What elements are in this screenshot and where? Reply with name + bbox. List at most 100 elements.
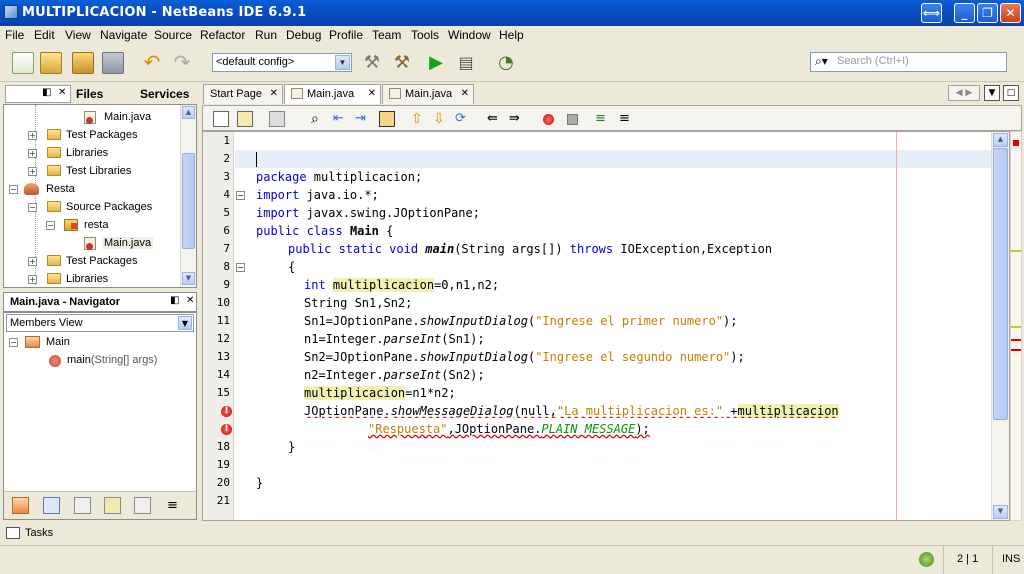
scroll-thumb[interactable] [993,148,1008,420]
clean-build-icon[interactable]: ⚒ [391,52,413,74]
start-macro-recording-icon[interactable] [543,114,554,125]
find-previous-icon[interactable]: ⇤ [333,111,349,127]
minimize-panel-icon[interactable]: ◧ [42,87,51,98]
menu-debug[interactable]: Debug [286,28,321,42]
tab-main-java-active[interactable]: Main.java ✕ [284,84,381,104]
tab-files[interactable]: Files [76,87,103,101]
error-status-icon[interactable] [1013,140,1019,146]
error-mark[interactable] [1011,339,1021,341]
tasks-icon[interactable] [6,527,20,539]
menu-edit[interactable]: Edit [34,28,55,42]
restore-layout-button[interactable]: ⟺ [921,3,942,23]
menu-source[interactable]: Source [154,28,192,42]
menu-profile[interactable]: Profile [329,28,363,42]
back-icon[interactable] [213,111,229,127]
toggle-highlight-icon[interactable] [379,111,395,127]
tree-item-source-packages[interactable]: Source Packages [66,201,152,213]
navigator-class-main[interactable]: Main [46,336,70,348]
fold-icon[interactable]: − [236,191,245,200]
collapse-icon[interactable]: − [9,185,18,194]
last-edit-icon[interactable] [237,111,253,127]
chevron-down-icon[interactable]: ▼ [335,55,350,70]
chevron-down-icon[interactable]: ▼ [178,316,192,330]
menu-view[interactable]: View [65,28,91,42]
filter-fields-icon[interactable] [43,497,60,514]
config-select[interactable]: <default config> ▼ [212,53,352,72]
close-tab-icon[interactable]: ✕ [368,88,376,99]
build-hammer-icon[interactable]: ⚒ [361,52,383,74]
new-project-icon[interactable] [40,52,62,74]
expand-icon[interactable]: + [28,131,37,140]
uncomment-icon[interactable]: ≡ [619,111,635,127]
error-icon[interactable]: ! [221,424,232,435]
filter-static-icon[interactable] [74,497,91,514]
code-editor[interactable]: 1 2 3 4 5 6 7 8 9 10 11 12 13 14 15 ! ! … [202,131,1010,521]
search-icon[interactable]: ⌕▾ [815,54,828,69]
scroll-thumb[interactable] [182,153,195,249]
expand-icon[interactable]: + [28,149,37,158]
tree-item-resta[interactable]: Resta [46,183,75,195]
shift-right-icon[interactable]: ⇛ [509,111,525,127]
expand-icon[interactable]: + [28,167,37,176]
menu-refactor[interactable]: Refactor [200,28,245,42]
maximize-button[interactable]: ❐ [977,3,998,23]
tree-item-main-java[interactable]: Main.java [104,111,151,123]
next-bookmark-icon[interactable]: ⇩ [433,111,449,127]
close-panel-icon[interactable]: ✕ [58,87,66,98]
close-tab-icon[interactable]: ✕ [270,88,278,99]
tree-item-resta-package[interactable]: resta [84,219,108,231]
tree-item-test-packages[interactable]: Test Packages [66,255,138,267]
tasks-label[interactable]: Tasks [25,527,53,539]
profile-icon[interactable]: ◔ [495,52,517,74]
fold-icon[interactable]: − [236,263,245,272]
new-file-icon[interactable] [12,52,34,74]
run-icon[interactable]: ▶ [425,52,447,74]
open-project-icon[interactable] [72,52,94,74]
find-next-icon[interactable]: ⇥ [355,111,371,127]
menu-window[interactable]: Window [448,28,491,42]
menu-navigate[interactable]: Navigate [100,28,147,42]
scroll-down-icon[interactable]: ▼ [993,505,1008,519]
previous-bookmark-icon[interactable]: ⇧ [411,111,427,127]
save-all-icon[interactable] [102,52,124,74]
projects-scrollbar[interactable]: ▲ ▼ [180,105,196,287]
error-mark[interactable] [1011,349,1021,351]
tab-services[interactable]: Services [140,87,189,101]
navigator-method-main[interactable]: main(String[] args) [67,354,157,366]
error-icon[interactable]: ! [221,406,232,417]
collapse-icon[interactable]: − [46,221,55,230]
show-opened-documents-icon[interactable]: ▼ [984,85,1000,101]
collapse-icon[interactable]: − [28,203,37,212]
notification-icon[interactable] [919,552,934,567]
warning-mark[interactable] [1011,250,1021,252]
filter-nonpublic-icon[interactable] [104,497,121,514]
debug-icon[interactable]: ▤ [455,52,477,74]
tree-item-test-libraries[interactable]: Test Libraries [66,165,131,177]
forward-icon[interactable] [269,111,285,127]
filter-inherited-icon[interactable] [12,497,29,514]
warning-mark[interactable] [1011,326,1021,328]
minimize-button[interactable]: _ [954,3,975,23]
scroll-tabs-icon[interactable]: ◀ ▶ [948,85,980,101]
minimize-panel-icon[interactable]: ◧ [170,295,179,306]
undo-icon[interactable]: ↶ [141,52,163,74]
maximize-window-icon[interactable]: □ [1003,85,1019,101]
projects-tab[interactable]: ◧ ✕ [5,85,71,103]
search-input[interactable]: ⌕▾ Search (Ctrl+I) [810,52,1007,72]
tree-item-libraries[interactable]: Libraries [66,147,108,159]
comment-icon[interactable]: ≡ [595,111,611,127]
tree-item-libraries[interactable]: Libraries [66,273,108,285]
scroll-up-icon[interactable]: ▲ [182,106,195,119]
menu-run[interactable]: Run [255,28,277,42]
tab-start-page[interactable]: Start Page ✕ [203,84,283,104]
find-icon[interactable]: ⌕ [311,111,327,127]
menu-tools[interactable]: Tools [411,28,439,42]
sort-by-name-icon[interactable] [134,497,151,514]
expand-icon[interactable]: + [28,257,37,266]
menu-file[interactable]: File [5,28,24,42]
menu-help[interactable]: Help [499,28,524,42]
collapse-icon[interactable]: − [9,338,18,347]
scroll-down-icon[interactable]: ▼ [182,272,195,285]
sort-by-source-icon[interactable]: ≡ [164,497,181,514]
expand-icon[interactable]: + [28,275,37,284]
